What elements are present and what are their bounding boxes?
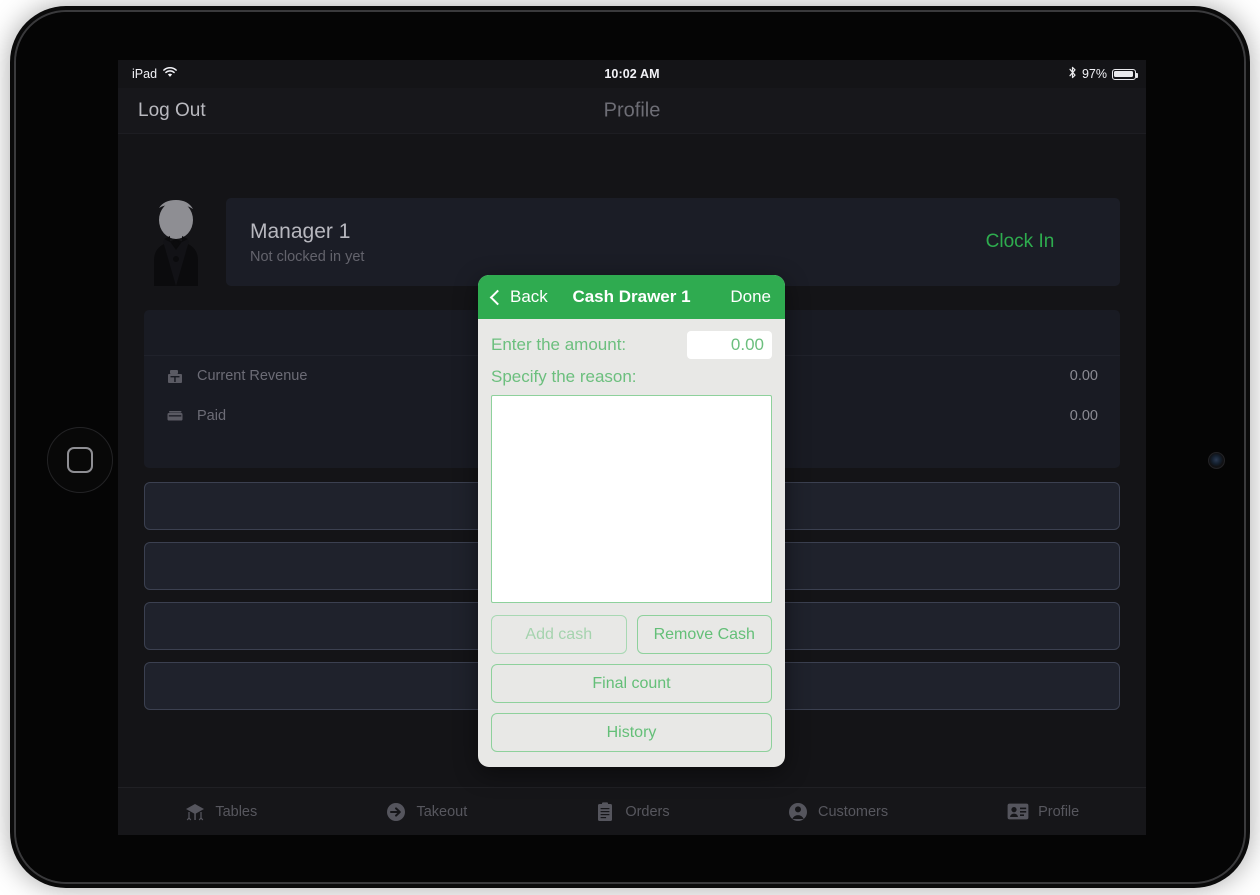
tab-takeout[interactable]: Takeout	[324, 801, 530, 823]
home-button-square-icon	[67, 447, 93, 473]
status-bar-time: 10:02 AM	[604, 67, 660, 81]
add-cash-button[interactable]: Add cash	[491, 615, 627, 654]
main-content: Manager 1 Not clocked in yet Clock In Cu…	[118, 134, 1146, 835]
tab-label: Customers	[818, 803, 889, 820]
status-bar: iPad 10:02 AM 97%	[118, 60, 1146, 88]
reason-field-label: Specify the reason:	[491, 367, 637, 386]
tab-label: Tables	[215, 803, 258, 820]
chevron-left-icon	[489, 289, 506, 305]
tab-customers[interactable]: Customers	[735, 801, 941, 823]
tab-label: Takeout	[416, 803, 468, 820]
profile-name: Manager 1	[250, 220, 351, 244]
battery-icon	[1112, 68, 1139, 80]
register-icon	[166, 367, 184, 385]
modal-body: Enter the amount: Specify the reason: Ad…	[478, 319, 785, 767]
stat-value: 0.00	[1069, 408, 1098, 424]
amount-input[interactable]	[687, 331, 772, 359]
status-bar-right: 97%	[1068, 66, 1139, 82]
bottom-tab-bar: Tables Takeout Orders Customers Profile	[118, 787, 1146, 835]
final-count-button[interactable]: Final count	[491, 664, 772, 703]
bluetooth-icon	[1068, 66, 1077, 82]
modal-done-button[interactable]: Done	[730, 287, 771, 307]
page-title: Profile	[603, 99, 661, 121]
id-card-icon	[1007, 801, 1029, 823]
remove-cash-button[interactable]: Remove Cash	[636, 615, 772, 654]
cash-drawer-modal: Back Cash Drawer 1 Done Enter the amount…	[478, 275, 785, 767]
modal-header: Back Cash Drawer 1 Done	[478, 275, 785, 319]
history-button[interactable]: History	[491, 713, 772, 752]
modal-back-button[interactable]: Back	[489, 287, 548, 307]
tab-label: Orders	[625, 803, 670, 820]
tab-tables[interactable]: Tables	[118, 801, 324, 823]
ipad-screen: iPad 10:02 AM 97% Log Out Profile Manage…	[118, 60, 1146, 835]
profile-identity: Manager 1 Not clocked in yet	[250, 219, 364, 264]
page-root: iPad 10:02 AM 97% Log Out Profile Manage…	[0, 0, 1260, 895]
clipboard-icon	[594, 801, 616, 823]
stat-value: 0.00	[1069, 368, 1098, 384]
tab-orders[interactable]: Orders	[529, 801, 735, 823]
tab-label: Profile	[1038, 803, 1080, 820]
reason-textarea[interactable]	[491, 395, 772, 603]
profile-header-row: Manager 1 Not clocked in yet Clock In	[144, 198, 1120, 286]
amount-field-label: Enter the amount:	[491, 335, 627, 354]
amount-field-row: Enter the amount:	[491, 331, 772, 359]
tab-profile[interactable]: Profile	[940, 801, 1146, 823]
profile-clock-status: Not clocked in yet	[250, 248, 365, 265]
takeout-arrow-icon	[385, 801, 407, 823]
home-button[interactable]	[47, 427, 113, 493]
person-circle-icon	[787, 801, 809, 823]
table-icon	[184, 801, 206, 823]
card-icon	[166, 407, 184, 425]
cash-action-button-row: Add cash Remove Cash	[491, 615, 772, 654]
clock-in-button[interactable]: Clock In	[920, 198, 1120, 286]
front-camera	[1208, 452, 1225, 469]
profile-card[interactable]: Manager 1 Not clocked in yet Clock In	[226, 198, 1120, 286]
modal-back-label: Back	[510, 287, 548, 306]
user-avatar-icon	[144, 198, 208, 286]
final-count-row: Final count	[491, 664, 772, 703]
history-row: History	[491, 713, 772, 752]
navigation-bar: Log Out Profile	[118, 88, 1146, 134]
battery-percent-label: 97%	[1081, 67, 1107, 81]
